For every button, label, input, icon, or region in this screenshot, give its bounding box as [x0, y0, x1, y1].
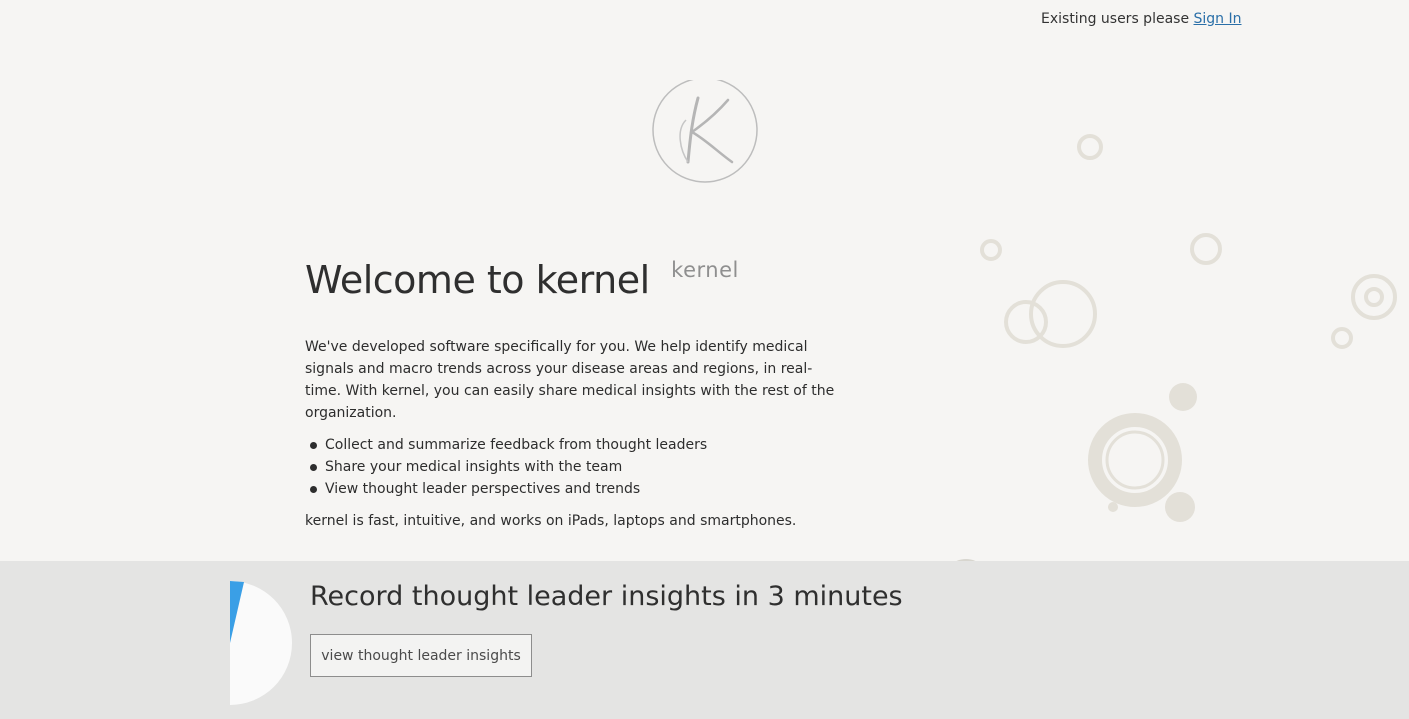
kernel-logo: kernel — [640, 77, 770, 282]
tagline: kernel is fast, intuitive, and works on … — [305, 513, 797, 529]
bullet-icon — [310, 464, 317, 471]
existing-users-line: Existing users please Sign In — [1041, 11, 1242, 27]
feature-list: Collect and summarize feedback from thou… — [305, 434, 707, 500]
bullet-icon — [310, 486, 317, 493]
band-title: Record thought leader insights in 3 minu… — [310, 581, 903, 612]
list-item: View thought leader perspectives and tre… — [305, 478, 707, 500]
landing-page: Existing users please Sign In kernel Wel… — [0, 0, 1409, 719]
intro-paragraph: We've developed software specifically fo… — [305, 339, 835, 421]
page-title: Welcome to kernel — [305, 258, 650, 302]
view-insights-button[interactable]: view thought leader insights — [310, 634, 532, 677]
logo-k-icon — [652, 77, 758, 183]
bullet-icon — [310, 442, 317, 449]
pie-graphic-icon — [230, 581, 292, 705]
logo-wordmark: kernel — [671, 258, 739, 282]
list-item: Share your medical insights with the tea… — [305, 456, 707, 478]
promo-band: Record thought leader insights in 3 minu… — [0, 561, 1409, 719]
list-item: Collect and summarize feedback from thou… — [305, 434, 707, 456]
sign-in-link[interactable]: Sign In — [1194, 11, 1242, 27]
existing-users-text: Existing users please — [1041, 11, 1190, 27]
